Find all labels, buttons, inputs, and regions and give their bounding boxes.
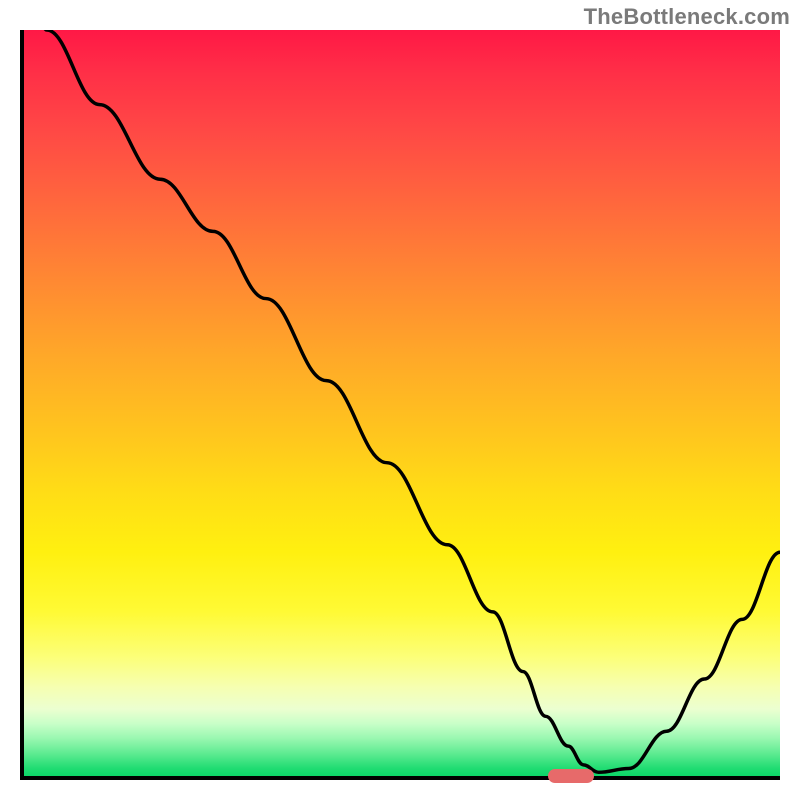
gradient-fill [24, 30, 780, 776]
plot-area [20, 30, 780, 780]
optimal-marker [548, 769, 594, 783]
watermark-text: TheBottleneck.com [584, 4, 790, 30]
chart-container: TheBottleneck.com [0, 0, 800, 800]
